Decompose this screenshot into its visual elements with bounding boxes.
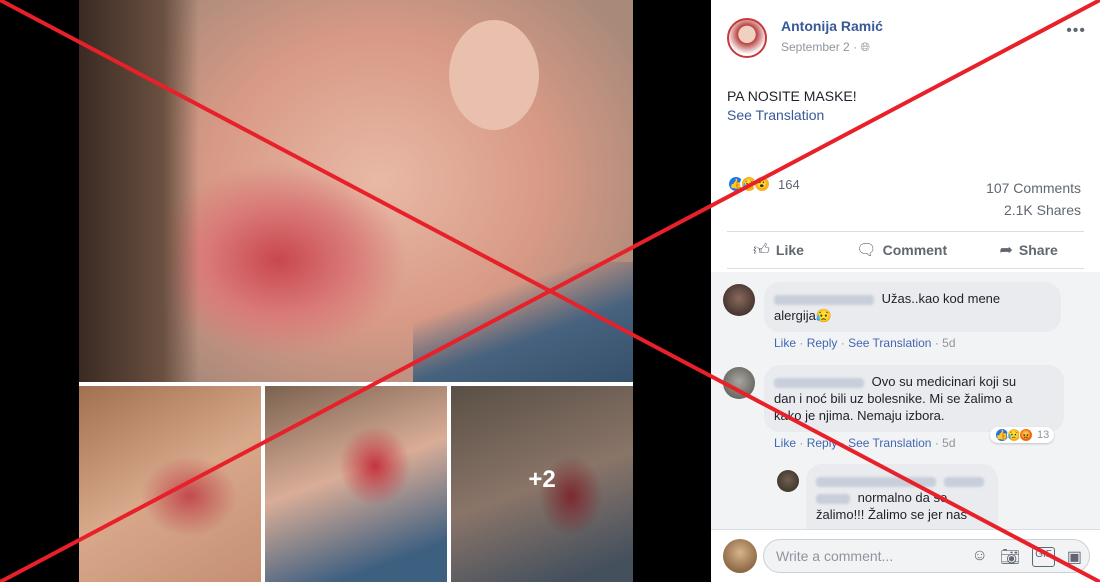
comment-text: Ovo su medicinari koji su: [871, 374, 1017, 389]
screenshot-stage: +2 Antonija Ramić September 2 · 🌐︎ ••• P…: [0, 0, 1100, 582]
photo-thumbnails: +2: [79, 386, 633, 582]
author-name[interactable]: Antonija Ramić: [781, 18, 883, 34]
engagement-counts: 107 Comments 2.1K Shares: [986, 177, 1081, 221]
like-button[interactable]: 👍︎ Like: [753, 241, 804, 260]
comment-bubble: Užas..kao kod mene alergija😥: [764, 282, 1061, 332]
comment-reactions[interactable]: 👍 😥 😡 13: [990, 427, 1055, 443]
comment-reply-link[interactable]: Reply: [807, 336, 838, 350]
comment-reaction-count: 13: [1037, 429, 1050, 441]
photo-scrubs-region: [413, 262, 633, 382]
reply-text: žalimo!!! Žalimo se jer nas: [816, 507, 967, 522]
thumbnail-photo-3[interactable]: +2: [451, 386, 633, 582]
author-avatar[interactable]: [727, 18, 767, 58]
post-text: PA NOSITE MASKE!: [727, 88, 857, 104]
commenter-avatar[interactable]: [723, 284, 755, 316]
comment-button[interactable]: 🗨︎ Comment: [856, 240, 947, 260]
post-header: Antonija Ramić September 2 · 🌐︎: [727, 18, 883, 58]
shares-count[interactable]: 2.1K Shares: [986, 199, 1081, 221]
comment-meta: Like · Reply · See Translation · 5d: [774, 336, 956, 350]
like-label: Like: [775, 242, 804, 258]
author-block: Antonija Ramić September 2 · 🌐︎: [781, 18, 883, 55]
comments-list: Užas..kao kod mene alergija😥 Like · Repl…: [711, 272, 1100, 529]
reactions-count: 164: [778, 176, 800, 192]
comment-bubble: Ovo su medicinari koji su dan i noć bili…: [764, 365, 1064, 432]
photo-face-region: [449, 20, 539, 130]
comment-composer: Write a comment... ☺ 📷︎ GIF ▣: [711, 529, 1100, 582]
comment-time[interactable]: 5d: [942, 436, 955, 450]
reply-bubble: normalno da se žalimo!!! Žalimo se jer n…: [806, 464, 998, 529]
share-button[interactable]: ➦ Share: [999, 240, 1057, 260]
comment-text: kako je njima. Nemaju izbora.: [774, 408, 945, 423]
comment-reply-link[interactable]: Reply: [807, 436, 838, 450]
main-photo[interactable]: [79, 0, 633, 382]
like-icon: 👍︎: [753, 241, 770, 259]
thumbnail-photo-1[interactable]: [79, 386, 261, 582]
sticker-icon[interactable]: ▣: [1067, 547, 1082, 567]
angry-reaction-icon: 😡: [1019, 428, 1033, 442]
comment-see-translation[interactable]: See Translation: [848, 336, 931, 350]
comment-like-link[interactable]: Like: [774, 436, 796, 450]
more-photos-count[interactable]: +2: [451, 466, 633, 494]
commenter-avatar[interactable]: [723, 367, 755, 399]
replier-avatar[interactable]: [777, 470, 799, 492]
see-translation-link[interactable]: See Translation: [727, 107, 824, 123]
comment-like-link[interactable]: Like: [774, 336, 796, 350]
comment-text: Užas..kao kod mene: [881, 291, 1001, 306]
post-meta: September 2 · 🌐︎: [781, 40, 883, 55]
comment-meta: Like · Reply · See Translation · 5d: [774, 436, 956, 450]
comment-time[interactable]: 5d: [942, 336, 955, 350]
comment-text: dan i noć bili uz bolesnike. Mi se žalim…: [774, 391, 1013, 406]
current-user-avatar[interactable]: [723, 539, 757, 573]
share-icon: ➦: [999, 242, 1013, 259]
camera-icon[interactable]: 📷︎: [1000, 547, 1020, 567]
reactions-summary[interactable]: 👍 😥 😮 164: [727, 175, 800, 193]
comment-icon: 🗨︎: [856, 242, 877, 259]
comment-see-translation[interactable]: See Translation: [848, 436, 931, 450]
post-date[interactable]: September 2: [781, 40, 850, 54]
thumbnail-photo-2[interactable]: [265, 386, 447, 582]
photo-hair-region: [79, 0, 199, 382]
photo-collage: +2: [79, 0, 633, 582]
composer-icons: ☺ 📷︎ GIF ▣: [972, 547, 1082, 567]
post-actions: 👍︎ Like 🗨︎ Comment ➦ Share: [727, 231, 1084, 269]
commenter-name-blurred[interactable]: [774, 294, 874, 305]
comments-count[interactable]: 107 Comments: [986, 177, 1081, 199]
post-panel: Antonija Ramić September 2 · 🌐︎ ••• PA N…: [711, 0, 1100, 582]
reply-text: normalno da se: [857, 490, 948, 505]
commenter-name-blurred[interactable]: [774, 377, 864, 388]
globe-icon: 🌐︎: [860, 40, 871, 54]
more-options-icon[interactable]: •••: [1066, 22, 1086, 40]
comment-label: Comment: [882, 242, 948, 258]
share-label: Share: [1018, 242, 1058, 258]
comment-text: alergija😥: [774, 308, 833, 323]
replier-name-blurred[interactable]: [816, 476, 936, 487]
gif-icon[interactable]: GIF: [1032, 547, 1055, 567]
wow-reaction-icon: 😮: [753, 175, 771, 193]
emoji-icon[interactable]: ☺: [972, 547, 988, 567]
